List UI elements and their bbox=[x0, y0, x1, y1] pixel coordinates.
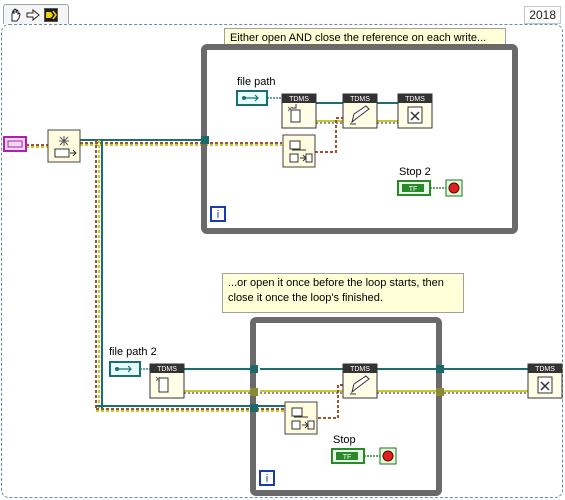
tunnel-bottom-ref-out[interactable] bbox=[436, 365, 444, 373]
stop-2-control[interactable]: TF bbox=[397, 180, 431, 196]
svg-text:TDMS: TDMS bbox=[157, 366, 177, 373]
tdms-write-node-bottom[interactable]: TDMS bbox=[342, 363, 378, 399]
tunnel-bottom-err-out[interactable] bbox=[436, 388, 444, 396]
tdms-open-node-top[interactable]: TDMS bbox=[281, 93, 317, 129]
tdms-close-node-top[interactable]: TDMS bbox=[397, 93, 433, 129]
obtain-node[interactable] bbox=[47, 129, 81, 163]
svg-text:TDMS: TDMS bbox=[350, 96, 370, 103]
svg-text:TF: TF bbox=[409, 186, 418, 193]
svg-text:i: i bbox=[217, 209, 219, 221]
dequeue-node-top[interactable] bbox=[282, 134, 316, 168]
tunnel-bottom-err-in[interactable] bbox=[250, 388, 258, 396]
tdms-close-node-bottom[interactable]: TDMS bbox=[527, 363, 563, 399]
while-loop-top[interactable] bbox=[201, 44, 518, 234]
nodes-layer: i i TDMS TDMS TDMS TF TDMS TDMS TDMS TF bbox=[3, 44, 563, 496]
dequeue-node-bottom[interactable] bbox=[284, 401, 318, 435]
stop-control[interactable]: TF bbox=[331, 448, 365, 464]
svg-text:TDMS: TDMS bbox=[289, 96, 309, 103]
iteration-terminal-top: i bbox=[210, 206, 226, 222]
file-path-control[interactable] bbox=[236, 90, 268, 106]
file-path-2-control[interactable] bbox=[109, 361, 141, 377]
tunnel-top-ref[interactable] bbox=[201, 136, 209, 144]
svg-text:TF: TF bbox=[343, 454, 352, 461]
svg-text:i: i bbox=[266, 473, 268, 485]
svg-text:TDMS: TDMS bbox=[350, 366, 370, 373]
while-loop-bottom[interactable] bbox=[250, 317, 442, 496]
event-refnum-control[interactable] bbox=[3, 136, 27, 152]
tdms-write-node-top[interactable]: TDMS bbox=[342, 93, 378, 129]
tunnel-bottom-ref-in[interactable] bbox=[250, 365, 258, 373]
svg-text:TDMS: TDMS bbox=[535, 366, 555, 373]
stop-condition-bottom[interactable] bbox=[379, 447, 397, 465]
iteration-terminal-bottom: i bbox=[259, 470, 275, 486]
stop-condition-top[interactable] bbox=[445, 179, 463, 197]
svg-text:TDMS: TDMS bbox=[405, 96, 425, 103]
tdms-open-node-bottom[interactable]: TDMS bbox=[149, 363, 185, 399]
tunnel-bottom-dyn-in[interactable] bbox=[250, 404, 258, 412]
block-diagram: 2018 Either open AND close the reference… bbox=[0, 0, 565, 500]
